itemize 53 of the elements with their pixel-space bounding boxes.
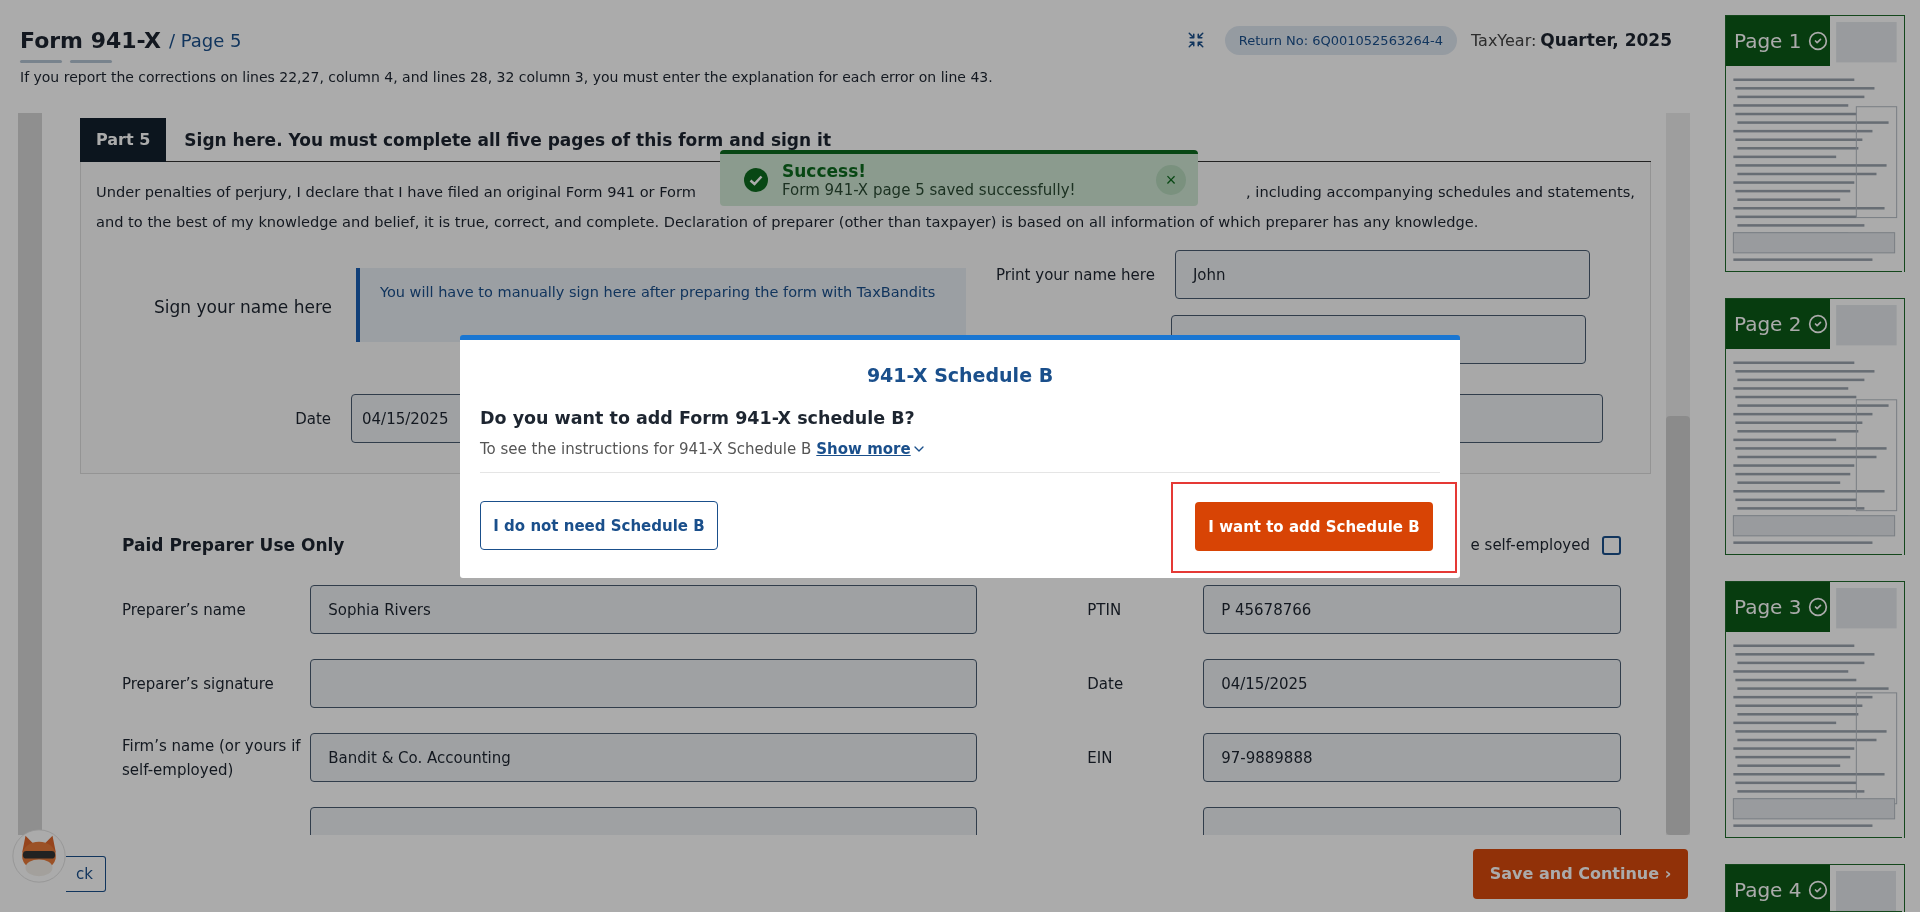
part-badge: Part 5 bbox=[80, 117, 167, 162]
field-label: Date bbox=[1087, 674, 1125, 693]
page-thumbnail[interactable]: Page 2 bbox=[1725, 298, 1905, 555]
toast-title: Success! bbox=[782, 161, 868, 181]
page-label: Page 1 bbox=[1726, 16, 1830, 66]
declaration-text: Under penalties of perjury, I declare that I have filed an original Form 941 or Form bbox=[96, 182, 696, 202]
tax-year-value: Quarter, 2025 bbox=[1540, 30, 1672, 50]
sign-note: You will have to manually sign here after preparing the form with TaxBandits bbox=[356, 268, 966, 342]
page-label: Page 3 bbox=[1726, 582, 1830, 632]
sign-label: Sign your name here bbox=[152, 297, 333, 317]
page-indicator: / Page 5 bbox=[168, 29, 242, 51]
dialog-question: Do you want to add Form 941-X schedule B? bbox=[480, 408, 916, 428]
avatar-icon[interactable] bbox=[12, 829, 66, 883]
field-label: PTIN bbox=[1087, 600, 1123, 619]
form-title: Form 941-X bbox=[20, 27, 161, 53]
toast-message: Form 941-X page 5 saved successfully! bbox=[782, 181, 1077, 199]
part-heading: Sign here. You must complete all five pages of this form and sign it bbox=[184, 129, 831, 150]
decline-button[interactable]: I do not need Schedule B bbox=[480, 501, 718, 550]
name-field[interactable]: John bbox=[1174, 250, 1590, 299]
self-employed-checkbox[interactable] bbox=[1602, 535, 1621, 555]
show-more-link[interactable]: Show more bbox=[816, 440, 927, 458]
page-thumbnail[interactable]: Page 1 bbox=[1725, 15, 1905, 272]
scrollbar[interactable] bbox=[1666, 113, 1690, 835]
self-employed-label: e self-employed bbox=[1470, 536, 1590, 554]
input-field[interactable]: Sophia Rivers bbox=[310, 585, 978, 634]
input-field[interactable]: 04/15/2025 bbox=[1203, 659, 1621, 708]
page-thumbnail[interactable]: Page 3 bbox=[1725, 581, 1905, 838]
save-continue-button[interactable]: Save and Continue › bbox=[1473, 848, 1688, 899]
tax-year-label: TaxYear: bbox=[1470, 30, 1537, 50]
declaration-text: , including accompanying schedules and statements, bbox=[1246, 182, 1635, 202]
return-number: Return No: 6Q001052563264-4 bbox=[1224, 25, 1457, 55]
page-thumbnail[interactable]: Page 4 bbox=[1725, 864, 1905, 912]
field-label: Preparer’s name bbox=[122, 599, 247, 621]
instruction-text: If you report the corrections on lines 22,27, column 4, and lines 28, 32 column 3, you must enter the explanation for each error on line 43. bbox=[20, 69, 994, 85]
declaration-text: and to the best of my knowledge and belief, it is true, correct, and complete. Declaration of preparer (other than taxpayer) is based on all information of which preparer has any knowledge. bbox=[96, 212, 1480, 232]
accept-button[interactable]: I want to add Schedule B bbox=[1195, 502, 1433, 551]
check-icon bbox=[744, 168, 768, 192]
field-label: EIN bbox=[1087, 748, 1114, 767]
collapse-icon[interactable] bbox=[1186, 31, 1205, 49]
page-label: Page 4 bbox=[1726, 865, 1830, 912]
date-label: Date bbox=[294, 409, 332, 428]
print-name-label: Print your name here bbox=[996, 265, 1155, 284]
input-field[interactable]: P 45678766 bbox=[1203, 585, 1621, 634]
input-field[interactable] bbox=[310, 659, 978, 708]
page-label: Page 2 bbox=[1726, 299, 1830, 349]
dialog-hint: To see the instructions for 941-X Schedule B bbox=[480, 440, 812, 458]
field-label: Firm’s name (or yours if self-employed) bbox=[122, 735, 302, 781]
input-field[interactable]: Bandit & Co. Accounting bbox=[310, 733, 978, 782]
dialog-title: 941-X Schedule B bbox=[865, 364, 1055, 386]
section-heading: Paid Preparer Use Only bbox=[122, 535, 345, 555]
input-field[interactable]: 97-9889888 bbox=[1203, 733, 1621, 782]
back-button[interactable]: ck bbox=[66, 855, 106, 892]
field-label: Preparer’s signature bbox=[122, 673, 275, 695]
